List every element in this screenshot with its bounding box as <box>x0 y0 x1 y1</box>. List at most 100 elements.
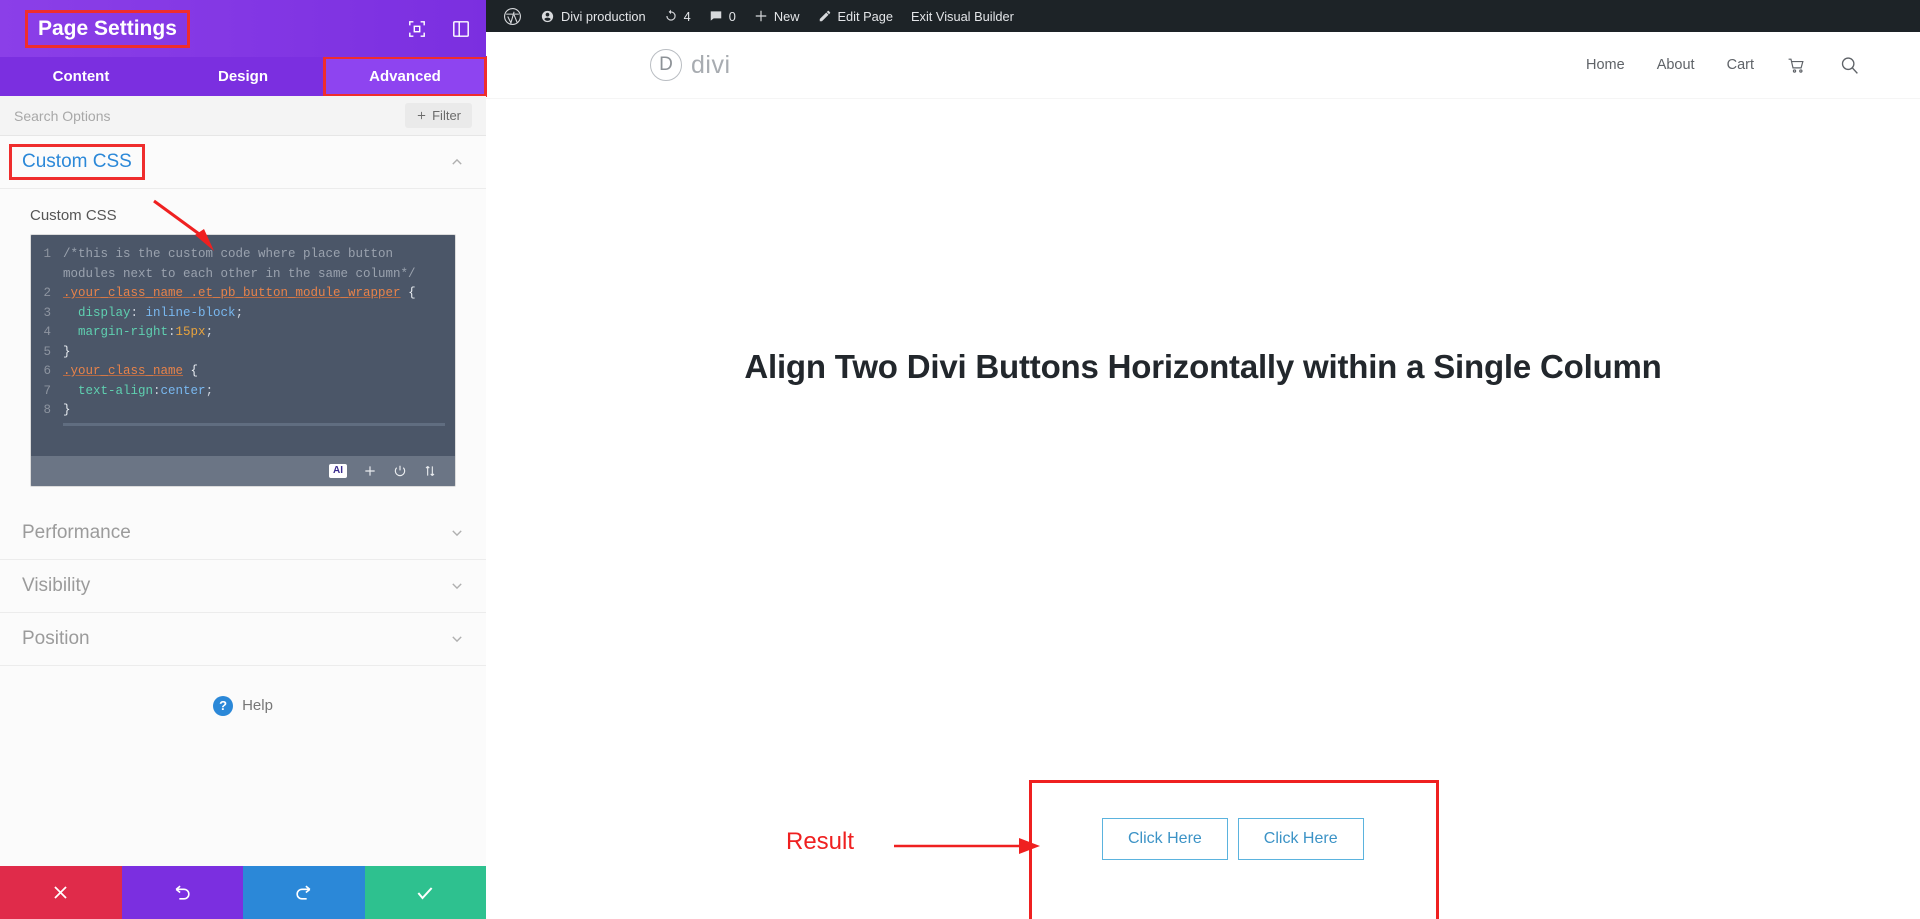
result-annotation-label: Result <box>786 828 855 855</box>
help-icon: ? <box>213 695 234 716</box>
section-header-position[interactable]: Position <box>0 612 486 666</box>
code-line-number: 6 <box>43 364 51 378</box>
updates-count: 4 <box>683 8 691 24</box>
admin-bar-right-spacer <box>1800 0 1920 32</box>
code-line-text: } <box>63 344 71 359</box>
chevron-down-icon <box>452 529 462 536</box>
new-content-menu[interactable]: New <box>745 0 809 32</box>
search-options-row: Filter <box>0 96 486 136</box>
code-line: 8} <box>31 401 455 421</box>
comments-count: 0 <box>728 8 736 24</box>
code-line-number: 5 <box>43 344 51 359</box>
cart-icon[interactable] <box>1786 56 1807 75</box>
code-line: 5} <box>31 343 455 363</box>
code-editor-toolbar: AI <box>31 455 455 486</box>
settings-panel-header: Page Settings <box>0 0 486 57</box>
settings-tabs: Content Design Advanced <box>0 56 487 97</box>
filter-button[interactable]: Filter <box>405 103 472 128</box>
page-title: Align Two Divi Buttons Horizontally with… <box>744 348 1662 385</box>
code-line-text: /*this is the custom code where place bu… <box>63 247 416 281</box>
section-label-performance: Performance <box>22 521 131 543</box>
fullscreen-icon[interactable] <box>408 20 426 38</box>
page-title: Page Settings <box>25 9 190 48</box>
section-label-custom-css: Custom CSS <box>9 144 145 180</box>
help-label: Help <box>242 697 273 714</box>
help-link[interactable]: ? Help <box>0 666 486 746</box>
primary-navigation: Home About Cart <box>1586 55 1860 76</box>
panel-layout-icon[interactable] <box>452 20 470 38</box>
new-label: New <box>773 8 800 24</box>
site-name-menu[interactable]: Divi production <box>531 0 655 32</box>
plus-icon[interactable] <box>363 464 377 478</box>
chevron-up-icon <box>452 158 462 165</box>
wordpress-logo-icon[interactable] <box>494 0 531 32</box>
filter-label: Filter <box>432 108 461 123</box>
custom-css-section-body: Custom CSS 1 /*this is the custom code wh… <box>0 189 486 507</box>
power-icon[interactable] <box>393 464 407 478</box>
exit-visual-builder-menu[interactable]: Exit Visual Builder <box>902 0 1023 32</box>
comments-menu[interactable]: 0 <box>700 0 745 32</box>
settings-panel-footer <box>0 866 486 919</box>
section-label-position: Position <box>22 627 90 649</box>
code-line: 1 /*this is the custom code where place b… <box>31 245 455 284</box>
chevron-down-icon <box>452 635 462 642</box>
result-annotation-group: Result Click Here Click Here <box>786 780 1516 919</box>
divi-visual-builder-screen: Divi production 4 0 New Edit Page Exit V… <box>0 0 1920 919</box>
nav-item-home[interactable]: Home <box>1586 57 1625 73</box>
updates-menu[interactable]: 4 <box>655 0 700 32</box>
search-input[interactable] <box>14 107 396 124</box>
code-line-number: 2 <box>43 286 51 300</box>
redo-button[interactable] <box>243 866 365 919</box>
code-line-text: text-align:center; <box>78 383 214 398</box>
code-line-number: 3 <box>43 305 51 320</box>
tab-design[interactable]: Design <box>162 57 324 96</box>
confirm-button[interactable] <box>364 866 486 919</box>
edit-page-menu[interactable]: Edit Page <box>809 0 903 32</box>
code-line: 2 .your_class_name .et_pb_button_module_w… <box>31 284 455 304</box>
code-line-text: display: inline-block; <box>78 305 244 320</box>
nav-item-cart[interactable]: Cart <box>1727 57 1754 73</box>
tab-advanced[interactable]: Advanced <box>323 56 487 97</box>
click-here-button-2[interactable]: Click Here <box>1237 818 1364 860</box>
code-line-number: 1 <box>43 247 51 261</box>
undo-button[interactable] <box>121 866 243 919</box>
search-icon[interactable] <box>1839 55 1860 76</box>
code-line-text: .your_class_name { <box>63 364 199 378</box>
code-line-number: 8 <box>43 403 51 417</box>
settings-header-icons <box>408 0 470 57</box>
code-line-number: 4 <box>43 325 51 339</box>
edit-page-label: Edit Page <box>837 8 894 24</box>
button-row: Click Here Click Here <box>1032 783 1436 860</box>
nav-item-about[interactable]: About <box>1657 57 1695 73</box>
code-line-text: margin-right:15px; <box>78 325 214 339</box>
code-line-text: .your_class_name .et_pb_button_module_wr… <box>63 286 416 300</box>
cancel-button[interactable] <box>0 866 122 919</box>
code-line-number: 7 <box>43 383 51 398</box>
tab-content[interactable]: Content <box>0 57 162 96</box>
section-header-custom-css[interactable]: Custom CSS <box>0 136 486 189</box>
chevron-down-icon <box>452 582 462 589</box>
section-header-visibility[interactable]: Visibility <box>0 559 486 613</box>
click-here-button-1[interactable]: Click Here <box>1102 818 1228 860</box>
brand-name: divi <box>691 50 731 79</box>
divi-logo-icon: D <box>650 49 682 81</box>
custom-css-field-label: Custom CSS <box>30 207 117 224</box>
annotation-arrow-icon <box>894 838 1040 854</box>
ai-badge-icon[interactable]: AI <box>329 463 347 478</box>
code-line: 6 .your_class_name { <box>31 362 455 382</box>
code-lines-container[interactable]: 1 /*this is the custom code where place b… <box>31 235 455 456</box>
result-highlight-box: Click Here Click Here <box>1029 780 1439 919</box>
site-logo[interactable]: D divi <box>650 49 731 81</box>
page-canvas: Align Two Divi Buttons Horizontally with… <box>486 348 1920 919</box>
custom-css-code-editor[interactable]: 1 /*this is the custom code where place b… <box>30 234 456 487</box>
code-line: 3 display: inline-block; <box>31 304 455 324</box>
exit-builder-label: Exit Visual Builder <box>911 8 1014 24</box>
page-settings-panel: Page Settings Content Design Advanced Se… <box>0 0 487 919</box>
section-header-performance[interactable]: Performance <box>0 506 486 560</box>
page-preview-area: Divi production 4 0 New Edit Page Exit V… <box>486 0 1920 919</box>
code-line: 4 margin-right:15px; <box>31 323 455 343</box>
code-line: 7 text-align:center; <box>31 382 455 402</box>
site-name-label: Divi production <box>561 8 646 24</box>
sort-updown-icon[interactable] <box>423 464 437 478</box>
wordpress-admin-bar: Divi production 4 0 New Edit Page Exit V… <box>486 0 1920 32</box>
